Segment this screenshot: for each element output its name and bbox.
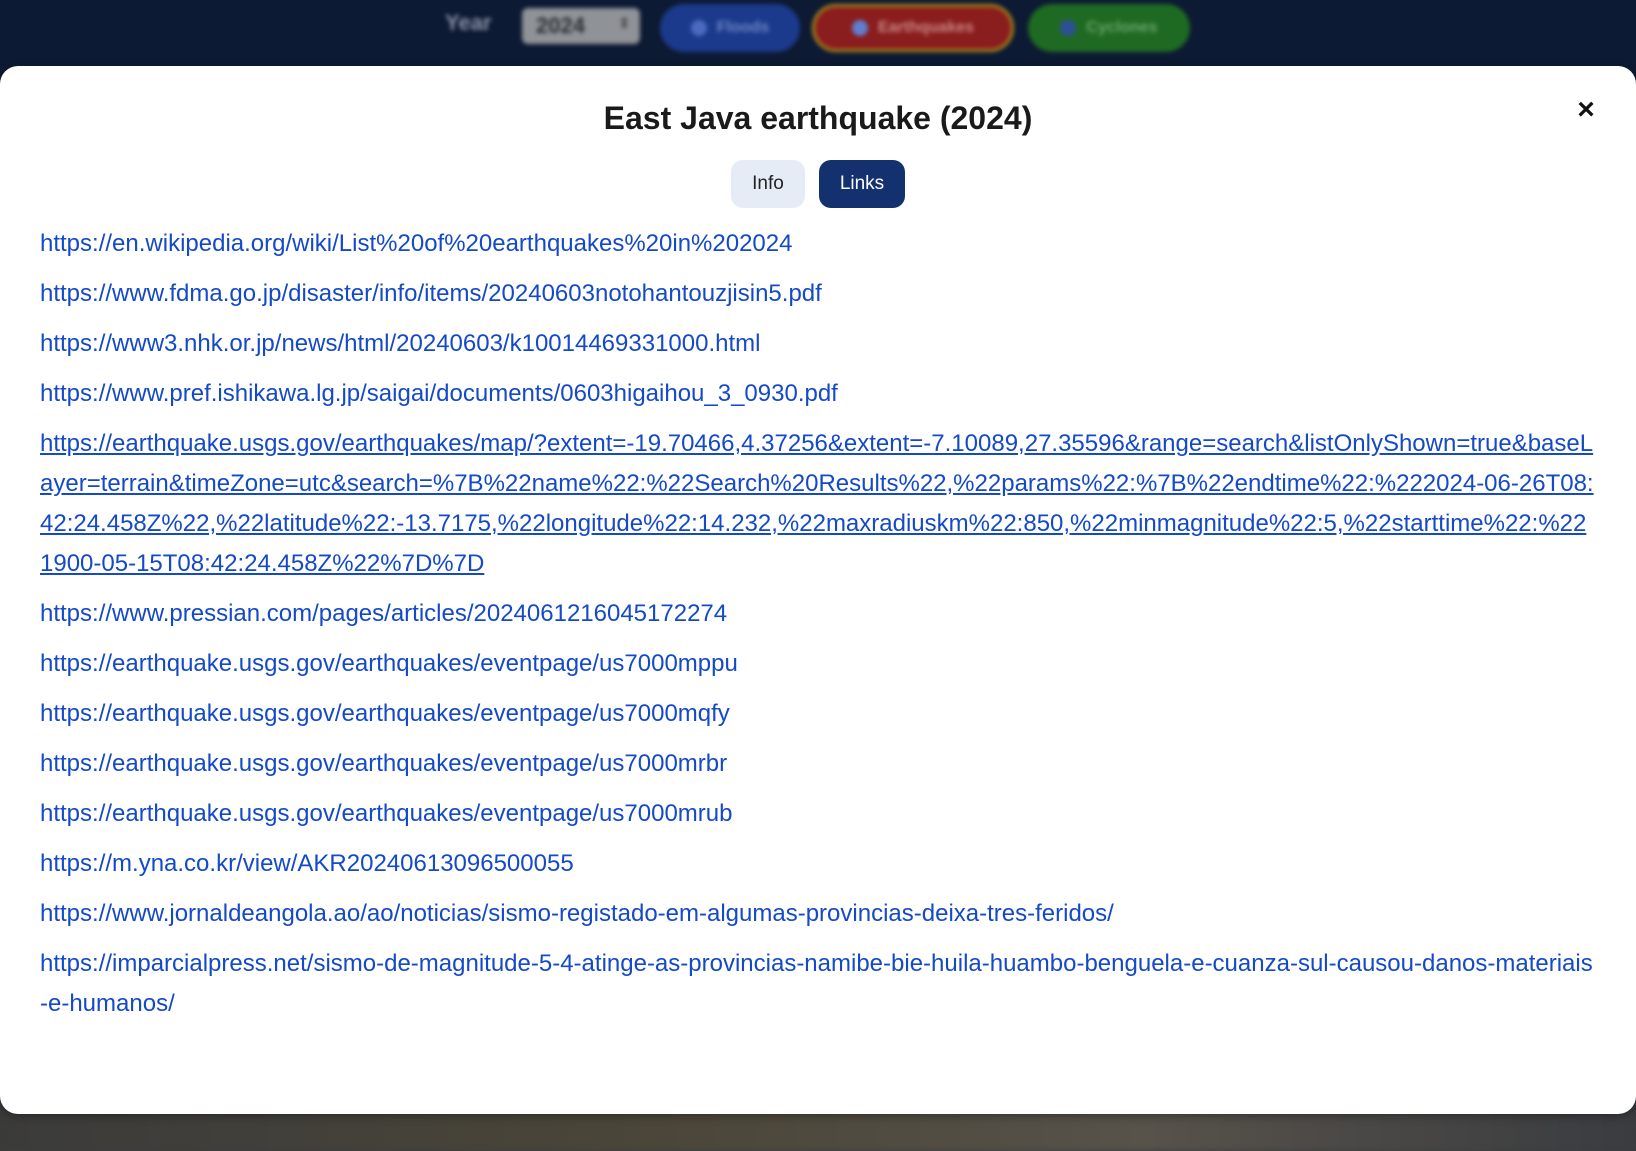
filter-cyclones-label: Cyclones (1086, 19, 1158, 36)
list-item: https://en.wikipedia.org/wiki/List%20of%… (40, 224, 1596, 264)
list-item: https://www3.nhk.or.jp/news/html/2024060… (40, 324, 1596, 364)
list-item: https://www.fdma.go.jp/disaster/info/ite… (40, 274, 1596, 314)
globe-icon (851, 20, 868, 36)
list-item: https://m.yna.co.kr/view/AKR202406130965… (40, 844, 1596, 884)
list-item: https://www.jornaldeangola.ao/ao/noticia… (40, 894, 1596, 934)
reference-link[interactable]: https://imparcialpress.net/sismo-de-magn… (40, 944, 1596, 1024)
reference-link[interactable]: https://earthquake.usgs.gov/earthquakes/… (40, 644, 1596, 684)
reference-link[interactable]: https://en.wikipedia.org/wiki/List%20of%… (40, 224, 1596, 264)
filter-earthquakes-button[interactable]: Earthquakes (812, 4, 1014, 52)
reference-link[interactable]: https://m.yna.co.kr/view/AKR202406130965… (40, 844, 1596, 884)
reference-link[interactable]: https://www.pressian.com/pages/articles/… (40, 594, 1596, 634)
reference-link[interactable]: https://www.fdma.go.jp/disaster/info/ite… (40, 274, 1596, 314)
reference-link[interactable]: https://www.pref.ishikawa.lg.jp/saigai/d… (40, 374, 1596, 414)
list-item: https://www.pref.ishikawa.lg.jp/saigai/d… (40, 374, 1596, 414)
flood-icon (690, 20, 707, 36)
year-value: 2024 (536, 13, 585, 38)
modal-tabs: Info Links (0, 160, 1636, 208)
list-item: https://earthquake.usgs.gov/earthquakes/… (40, 794, 1596, 834)
background-map-strip (0, 1110, 1636, 1151)
tab-links[interactable]: Links (819, 160, 905, 208)
list-item: https://earthquake.usgs.gov/earthquakes/… (40, 424, 1596, 584)
reference-link[interactable]: https://www.jornaldeangola.ao/ao/noticia… (40, 894, 1596, 934)
reference-link[interactable]: https://earthquake.usgs.gov/earthquakes/… (40, 744, 1596, 784)
filter-floods-label: Floods (716, 19, 770, 36)
reference-link[interactable]: https://earthquake.usgs.gov/earthquakes/… (40, 794, 1596, 834)
list-item: https://www.pressian.com/pages/articles/… (40, 594, 1596, 634)
year-label: Year (445, 10, 492, 35)
select-arrows-icon: ⇕ (618, 15, 630, 31)
top-toolbar: Year 2024 ⇕ Floods Earthquakes Cyclones (0, 0, 1636, 66)
list-item: https://earthquake.usgs.gov/earthquakes/… (40, 644, 1596, 684)
list-item: https://imparcialpress.net/sismo-de-magn… (40, 944, 1596, 1024)
links-list: https://en.wikipedia.org/wiki/List%20of%… (40, 224, 1596, 1034)
modal-title: East Java earthquake (2024) (603, 100, 1033, 136)
reference-link[interactable]: https://www3.nhk.or.jp/news/html/2024060… (40, 324, 1596, 364)
cyclone-icon (1060, 20, 1077, 36)
event-details-modal: East Java earthquake (2024) × Info Links… (0, 66, 1636, 1114)
filter-earthquakes-label: Earthquakes (877, 19, 975, 36)
filter-floods-button[interactable]: Floods (660, 4, 800, 52)
list-item: https://earthquake.usgs.gov/earthquakes/… (40, 694, 1596, 734)
reference-link[interactable]: https://earthquake.usgs.gov/earthquakes/… (40, 694, 1596, 734)
filter-cyclones-button[interactable]: Cyclones (1028, 4, 1190, 52)
tab-info[interactable]: Info (731, 160, 805, 208)
close-button[interactable]: × (1568, 92, 1604, 128)
reference-link[interactable]: https://earthquake.usgs.gov/earthquakes/… (40, 424, 1596, 584)
year-select[interactable]: 2024 ⇕ (522, 8, 640, 44)
list-item: https://earthquake.usgs.gov/earthquakes/… (40, 744, 1596, 784)
